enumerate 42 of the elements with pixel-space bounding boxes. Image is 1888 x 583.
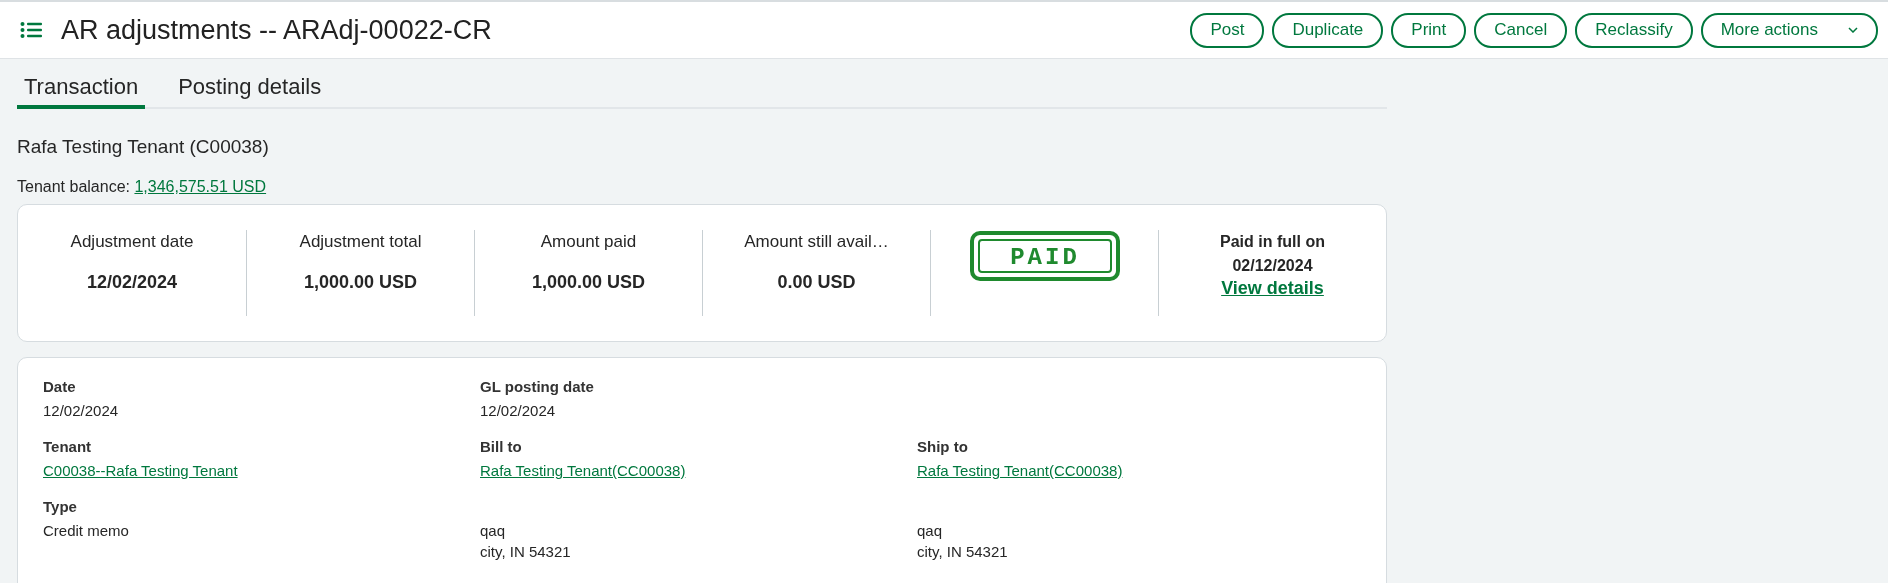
address-line: city, IN 54321 [917, 542, 1008, 562]
field-label: Ship to [917, 437, 968, 457]
field-label: GL posting date [480, 377, 594, 397]
field-value: 12/02/2024 [43, 401, 119, 421]
stat-value: 12/02/2024 [86, 272, 178, 293]
stat-label: Amount paid [540, 232, 637, 252]
stat-label: Adjustment date [70, 232, 194, 252]
address-line: city, IN 54321 [480, 542, 571, 562]
stat-value: 1,000.00 USD [531, 272, 646, 293]
action-button[interactable]: Cancel [1474, 12, 1568, 48]
balance-link[interactable]: 1,346,575.51 USD [134, 178, 267, 195]
action-button[interactable]: Print [1391, 12, 1467, 48]
field-label: Type [43, 497, 77, 517]
stat-label: Amount still avail… [744, 232, 889, 252]
tab[interactable]: Transaction [17, 74, 146, 109]
tenant-heading: Rafa Testing Tenant (C00038) [17, 136, 270, 158]
more-actions-button[interactable]: More actions [1700, 12, 1878, 48]
field-label: Bill to [480, 437, 522, 457]
list-icon[interactable] [20, 21, 42, 39]
page-title: AR adjustments -- ARAdj-00022-CR [61, 14, 492, 46]
paid-label: Paid in full on [1220, 232, 1325, 252]
paid-date: 02/12/2024 [1232, 256, 1313, 276]
action-button[interactable]: Reclassify [1575, 12, 1693, 48]
stat-value: 1,000.00 USD [303, 272, 418, 293]
field-link[interactable]: C00038--Rafa Testing Tenant [43, 460, 238, 481]
field-label: Tenant [43, 437, 92, 457]
paid-stamp: PAID [968, 230, 1121, 282]
address-line: qaq [480, 521, 506, 541]
field-label: Date [43, 377, 76, 397]
address-line: qaq [917, 521, 943, 541]
tab[interactable]: Posting details [171, 74, 329, 109]
stat-label: Adjustment total [299, 232, 422, 252]
action-button[interactable]: Post [1190, 12, 1265, 48]
field-value: Credit memo [43, 521, 129, 541]
field-value: 12/02/2024 [480, 401, 556, 421]
field-link[interactable]: Rafa Testing Tenant(CC00038) [917, 460, 1123, 481]
balance-label: Tenant balance: [17, 178, 130, 195]
caret-icon [1848, 27, 1858, 33]
field-link[interactable]: Rafa Testing Tenant(CC00038) [480, 460, 686, 481]
stat-value: 0.00 USD [777, 272, 856, 293]
action-button[interactable]: Duplicate [1272, 12, 1384, 48]
view-details-link[interactable]: View details [1221, 278, 1324, 299]
